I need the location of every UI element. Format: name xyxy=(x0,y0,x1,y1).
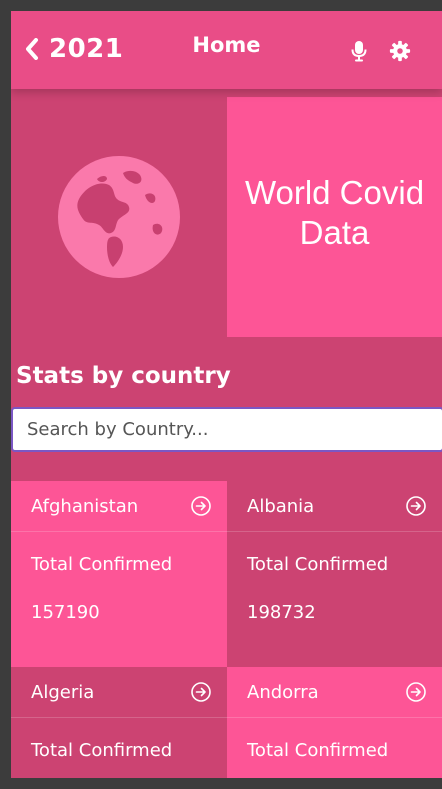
section-heading: Stats by country xyxy=(16,363,231,389)
country-card-body: Total Confirmed 198732 xyxy=(227,532,442,667)
arrow-right-circle-icon[interactable] xyxy=(190,495,212,517)
app-header: 2021 Home xyxy=(11,11,442,89)
arrow-right-circle-icon[interactable] xyxy=(405,495,427,517)
app-screen: 2021 Home World Covid Data Stats by coun… xyxy=(11,11,442,778)
country-card[interactable]: Andorra Total Confirmed xyxy=(227,667,442,778)
country-card-header[interactable]: Andorra xyxy=(227,667,442,718)
country-card[interactable]: Albania Total Confirmed 198732 xyxy=(227,481,442,667)
country-name: Andorra xyxy=(247,681,319,703)
country-card-body: Total Confirmed 157190 xyxy=(11,532,227,667)
stat-value: 157190 xyxy=(31,602,100,623)
arrow-right-circle-icon[interactable] xyxy=(190,681,212,703)
stat-label: Total Confirmed xyxy=(247,554,389,575)
country-card[interactable]: Afghanistan Total Confirmed 157190 xyxy=(11,481,227,667)
country-card-header[interactable]: Algeria xyxy=(11,667,227,718)
country-card-header[interactable]: Albania xyxy=(227,481,442,532)
arrow-right-circle-icon[interactable] xyxy=(405,681,427,703)
country-card-header[interactable]: Afghanistan xyxy=(11,481,227,532)
country-grid: Afghanistan Total Confirmed 157190 Alban… xyxy=(11,481,442,778)
globe-icon xyxy=(58,156,180,278)
stat-label: Total Confirmed xyxy=(247,740,389,761)
globe-tile xyxy=(11,97,227,337)
country-card[interactable]: Algeria Total Confirmed xyxy=(11,667,227,778)
stat-value: 198732 xyxy=(247,602,316,623)
microphone-icon[interactable] xyxy=(351,40,367,66)
country-card-body: Total Confirmed xyxy=(227,718,442,778)
search-input[interactable] xyxy=(11,407,442,452)
country-name: Afghanistan xyxy=(31,495,139,517)
gear-icon[interactable] xyxy=(389,40,411,66)
country-name: Algeria xyxy=(31,681,95,703)
stat-label: Total Confirmed xyxy=(31,554,173,575)
hero-banner: World Covid Data xyxy=(11,97,442,337)
stat-label: Total Confirmed xyxy=(31,740,173,761)
page-title: Home xyxy=(192,33,261,57)
hero-title: World Covid Data xyxy=(244,174,425,251)
country-card-body: Total Confirmed xyxy=(11,718,227,778)
country-name: Albania xyxy=(247,495,315,517)
